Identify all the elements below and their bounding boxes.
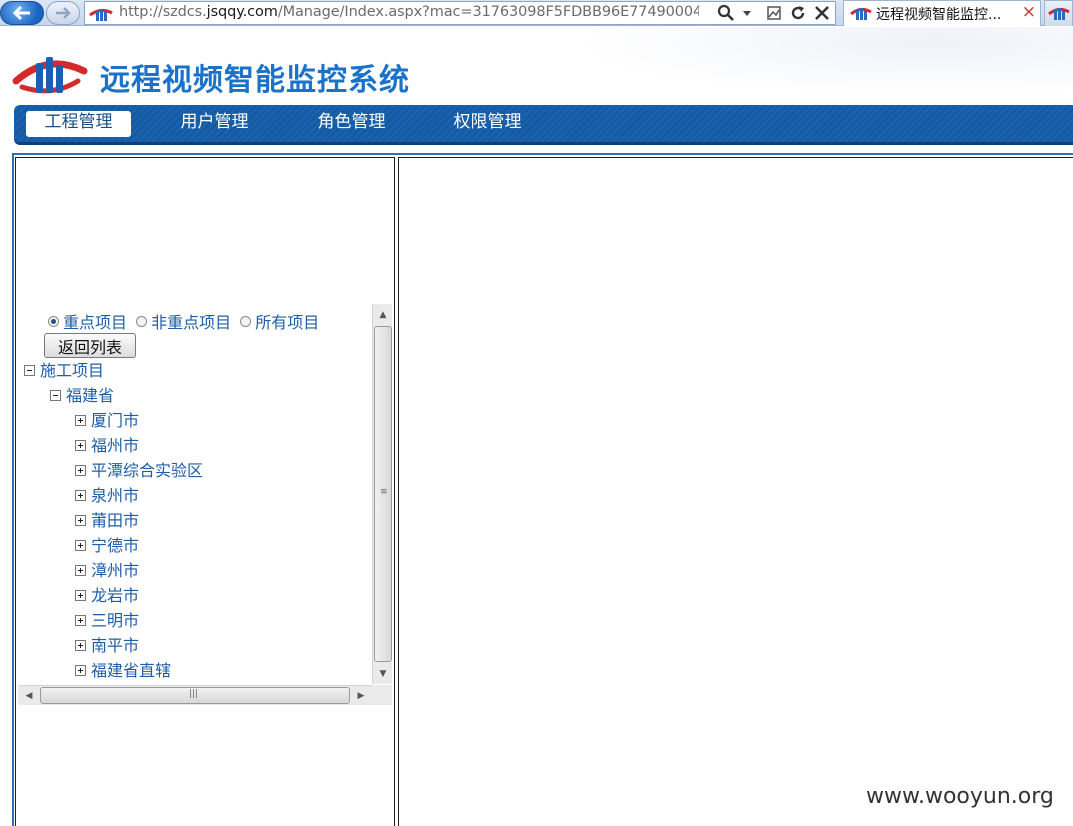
tree-node-label[interactable]: 漳州市 xyxy=(91,561,139,580)
tree-node-label[interactable]: 南平市 xyxy=(91,636,139,655)
system-logo xyxy=(12,57,88,94)
browser-tab-second[interactable] xyxy=(1044,0,1073,26)
header-decoration xyxy=(513,27,1073,105)
tree-node-label[interactable]: 施工项目 xyxy=(40,361,104,380)
dropdown-arrow-icon[interactable] xyxy=(741,4,753,27)
url-text[interactable]: http://szdcs.jsqqy.com/Manage/Index.aspx… xyxy=(119,4,699,20)
browser-toolbar: http://szdcs.jsqqy.com/Manage/Index.aspx… xyxy=(0,0,1073,26)
project-filter: 重点项目 非重点项目 所有项目 xyxy=(48,309,323,333)
page-header: 远程视频智能监控系统 xyxy=(0,27,1073,105)
browser-tab-active[interactable]: 远程视频智能监控... × xyxy=(843,0,1041,26)
tree-node-label[interactable]: 三明市 xyxy=(91,611,139,630)
tree-node-city[interactable]: 莆田市 xyxy=(75,511,139,531)
grip-icon: ≡ xyxy=(380,487,388,497)
tree-node-city[interactable]: 泉州市 xyxy=(75,486,139,506)
stop-icon[interactable] xyxy=(813,4,831,27)
tree-node-city[interactable]: 漳州市 xyxy=(75,561,139,581)
tree-node-root[interactable]: 施工项目 xyxy=(24,361,104,381)
tree-node-province[interactable]: 福建省 xyxy=(50,386,114,406)
expand-icon[interactable] xyxy=(75,640,86,651)
grip-icon: ||| xyxy=(189,689,199,699)
main-nav: 工程管理 用户管理 角色管理 权限管理 xyxy=(14,105,1073,145)
tree-node-city[interactable]: 福州市 xyxy=(75,436,139,456)
tree-node-label[interactable]: 福建省直辖 xyxy=(91,661,171,680)
expand-icon[interactable] xyxy=(75,665,86,676)
vertical-scroll-thumb[interactable]: ≡ xyxy=(374,326,392,662)
nav-item-project-management[interactable]: 工程管理 xyxy=(26,111,131,137)
search-icon[interactable] xyxy=(717,4,735,27)
watermark: www.wooyun.org xyxy=(866,784,1054,809)
page-title: 远程视频智能监控系统 xyxy=(100,63,410,98)
address-bar[interactable]: http://szdcs.jsqqy.com/Manage/Index.aspx… xyxy=(84,1,836,25)
expand-icon[interactable] xyxy=(75,465,86,476)
nav-item-user-management[interactable]: 用户管理 xyxy=(162,111,267,137)
tree-node-city[interactable]: 厦门市 xyxy=(75,411,139,431)
tree-node-label[interactable]: 龙岩市 xyxy=(91,586,139,605)
back-arrow-icon xyxy=(13,6,30,20)
tab-close-icon[interactable]: × xyxy=(1022,2,1036,22)
radio-non-key-projects-label[interactable]: 非重点项目 xyxy=(151,313,231,332)
tree-node-city[interactable]: 南平市 xyxy=(75,636,139,656)
tree-node-label[interactable]: 福建省 xyxy=(66,386,114,405)
return-list-button[interactable]: 返回列表 xyxy=(44,333,136,358)
tree-node-city[interactable]: 龙岩市 xyxy=(75,586,139,606)
radio-all-projects-label[interactable]: 所有项目 xyxy=(255,313,319,332)
scroll-left-icon[interactable]: ◀ xyxy=(20,686,38,706)
refresh-icon[interactable] xyxy=(789,4,807,27)
expand-icon[interactable] xyxy=(75,565,86,576)
horizontal-scroll-thumb[interactable]: ||| xyxy=(40,687,350,704)
forward-button[interactable] xyxy=(46,1,80,25)
expand-icon[interactable] xyxy=(75,540,86,551)
scroll-up-icon[interactable]: ▲ xyxy=(373,306,393,324)
scrollbar-corner xyxy=(372,685,392,705)
forward-arrow-icon xyxy=(56,7,71,19)
expand-icon[interactable] xyxy=(75,515,86,526)
scroll-right-icon[interactable]: ▶ xyxy=(352,686,370,706)
tree-node-label[interactable]: 泉州市 xyxy=(91,486,139,505)
back-button[interactable] xyxy=(0,1,44,25)
url-prefix: http://szdcs. xyxy=(119,4,207,20)
tree-node-city[interactable]: 三明市 xyxy=(75,611,139,631)
expand-icon[interactable] xyxy=(75,615,86,626)
radio-all-projects[interactable] xyxy=(240,316,252,327)
expand-icon[interactable] xyxy=(75,590,86,601)
tree-node-city[interactable]: 平潭综合实验区 xyxy=(75,461,203,481)
collapse-icon[interactable] xyxy=(24,365,35,376)
tree-node-label[interactable]: 平潭综合实验区 xyxy=(91,461,203,480)
tab-favicon-icon xyxy=(1048,7,1070,20)
expand-icon[interactable] xyxy=(75,440,86,451)
nav-item-role-management[interactable]: 角色管理 xyxy=(299,111,404,137)
expand-icon[interactable] xyxy=(75,415,86,426)
url-suffix: /Manage/Index.aspx?mac=31763098F5FDBB96E… xyxy=(277,4,699,20)
tab-title: 远程视频智能监控... xyxy=(876,7,1002,23)
tree-node-label[interactable]: 宁德市 xyxy=(91,536,139,555)
radio-non-key-projects[interactable] xyxy=(136,316,148,327)
radio-key-projects[interactable] xyxy=(48,316,59,327)
compatibility-view-icon[interactable] xyxy=(765,4,783,27)
radio-key-projects-label[interactable]: 重点项目 xyxy=(63,313,127,332)
tab-favicon-icon xyxy=(850,7,872,20)
tree-node-label[interactable]: 福州市 xyxy=(91,436,139,455)
tree-node-city[interactable]: 宁德市 xyxy=(75,536,139,556)
expand-icon[interactable] xyxy=(75,490,86,501)
scroll-down-icon[interactable]: ▼ xyxy=(373,665,393,683)
right-content-frame xyxy=(398,157,1073,826)
tree-node-label[interactable]: 厦门市 xyxy=(91,411,139,430)
collapse-icon[interactable] xyxy=(50,390,61,401)
tree-node-label[interactable]: 莆田市 xyxy=(91,511,139,530)
horizontal-scrollbar[interactable]: ◀ ||| ▶ xyxy=(18,685,372,705)
nav-item-permission-management[interactable]: 权限管理 xyxy=(435,111,540,137)
tree-node-city[interactable]: 福建省直辖 xyxy=(75,661,171,681)
url-domain: jsqqy.com xyxy=(206,4,278,20)
project-tree-panel: 重点项目 非重点项目 所有项目 返回列表 施工项目 福建省 厦门市 福州市 平潭… xyxy=(18,304,392,706)
site-favicon-icon xyxy=(89,8,113,21)
vertical-scrollbar[interactable]: ▲ ≡ ▼ xyxy=(372,304,392,684)
